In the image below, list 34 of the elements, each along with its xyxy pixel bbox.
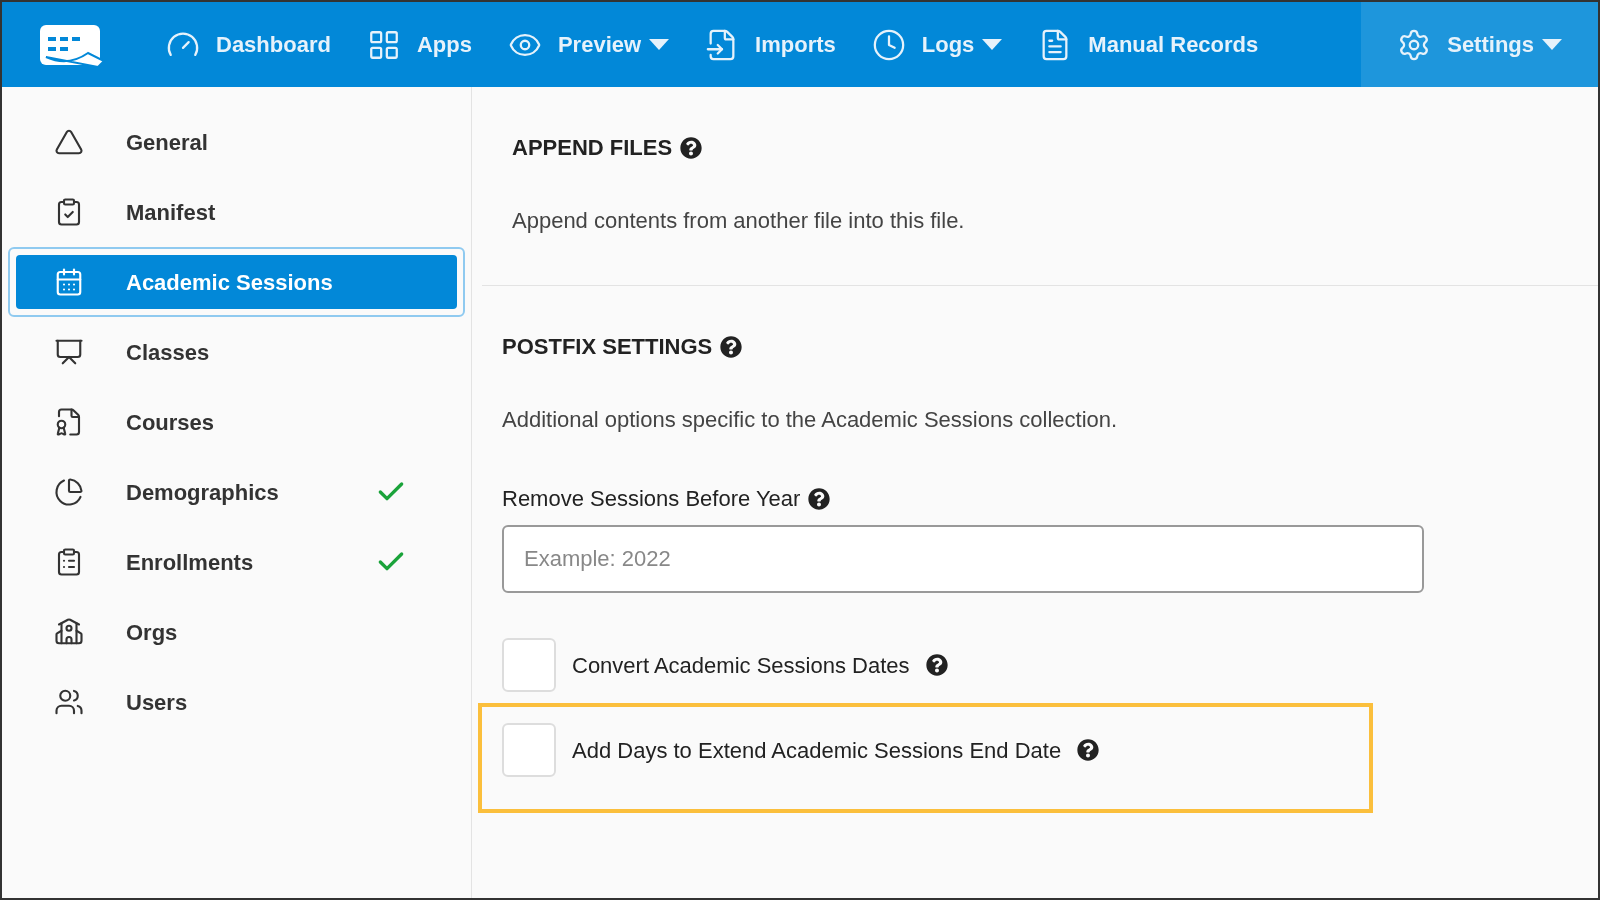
help-icon[interactable] [680, 136, 703, 159]
sidebar-item[interactable]: Enrollments [16, 535, 457, 589]
help-icon[interactable] [925, 654, 948, 676]
sidebar-item[interactable]: Classes [16, 325, 457, 379]
checkbox-label: Convert Academic Sessions Dates [572, 651, 910, 680]
caret-icon [649, 39, 670, 50]
year-input-field[interactable]: Example: 2022 [502, 525, 1424, 593]
sidebar-item[interactable]: Courses [16, 395, 457, 449]
sidebar-item[interactable]: Orgs [16, 605, 457, 659]
presentation-icon [54, 337, 84, 367]
triangle-icon [54, 127, 84, 157]
section-description: Append contents from another file into this file. [512, 207, 966, 235]
caret-icon [1542, 39, 1562, 50]
sidebar-item[interactable]: Demographics [16, 465, 457, 519]
section-title: POSTFIX SETTINGS [502, 333, 713, 361]
help-icon[interactable] [1077, 739, 1100, 761]
help-icon[interactable] [808, 487, 831, 510]
checkbox-label: Add Days to Extend Academic Sessions End Date [572, 736, 1062, 765]
sidebar-item[interactable]: Manifest [16, 185, 457, 239]
sidebar-item[interactable]: General [16, 115, 457, 169]
help-icon[interactable] [720, 335, 743, 358]
caret-icon [982, 39, 1003, 50]
section-title: APPEND FILES [512, 134, 673, 162]
checkbox[interactable] [502, 638, 556, 692]
sidebar-item[interactable]: Users [16, 675, 457, 729]
users-icon [54, 687, 84, 717]
sidebar-item[interactable]: Academic Sessions [16, 255, 457, 309]
calendar-icon [54, 267, 84, 297]
checkbox[interactable] [502, 723, 556, 777]
section-description: Additional options specific to the Academic Sessions collection. [502, 406, 1119, 434]
field-label: Remove Sessions Before Year [502, 485, 801, 513]
clock-icon [871, 27, 906, 62]
school-icon [54, 617, 84, 647]
pie-chart-icon [54, 477, 84, 507]
